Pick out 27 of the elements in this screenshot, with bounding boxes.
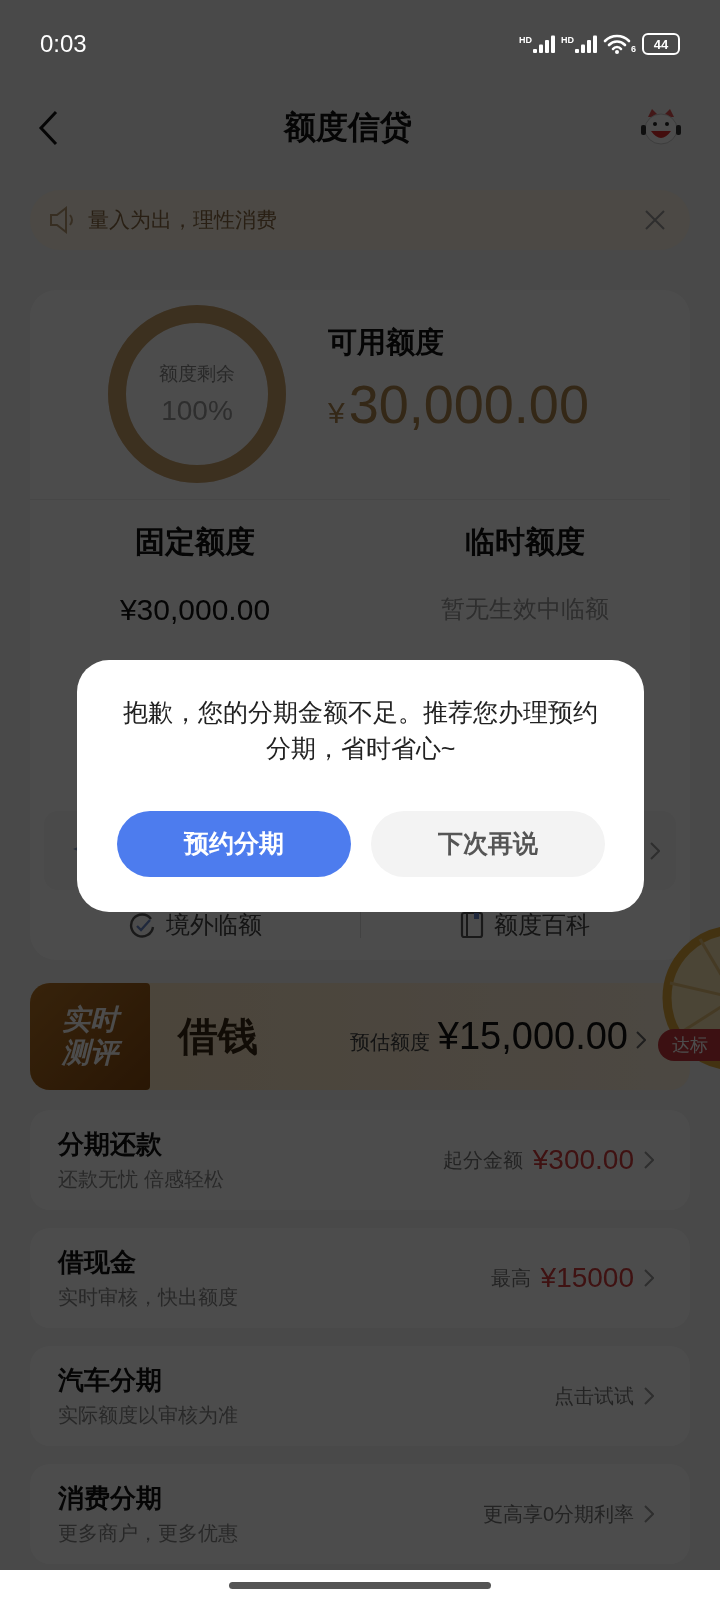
page-title: 额度信贷 (284, 108, 412, 147)
quota-value: ¥30,000.00 (119, 592, 271, 627)
service-title: 消费分期 (58, 1482, 163, 1515)
currency-sign: ¥ (328, 396, 345, 431)
signal-icon (575, 35, 597, 53)
service-title: 分期还款 (58, 1128, 163, 1161)
wifi-icon (603, 34, 631, 54)
battery-level: 44 (642, 33, 680, 55)
dialog-button[interactable]: 预约分期 (116, 810, 351, 877)
service-title: 借现金 (58, 1246, 137, 1279)
quota-label: 固定额度 (135, 523, 255, 560)
signal-icon (533, 35, 555, 53)
service-title: 汽车分期 (58, 1364, 163, 1397)
status-time: 0:03 (40, 30, 87, 58)
network-label: HD (519, 35, 532, 45)
quota-label: 临时额度 (465, 523, 585, 560)
network-label: HD (561, 35, 574, 45)
available-label: 可用额度 (328, 325, 445, 361)
service-amount: ¥15000 (540, 1262, 634, 1294)
wifi-label: 6 (631, 44, 636, 54)
estimate-amount: ¥15,000.00 (437, 1015, 628, 1058)
dialog-button[interactable]: 下次再说 (370, 810, 605, 877)
banner-title: 借钱 (178, 1011, 258, 1061)
estimate-label: 预估额度 (349, 1030, 430, 1055)
service-amount: ¥300.00 (532, 1144, 634, 1176)
dialog-message: 抱歉，您的分期金额不足。推荐您办理预约分期，省时省心~ (122, 697, 599, 765)
home-indicator[interactable] (229, 1581, 491, 1589)
